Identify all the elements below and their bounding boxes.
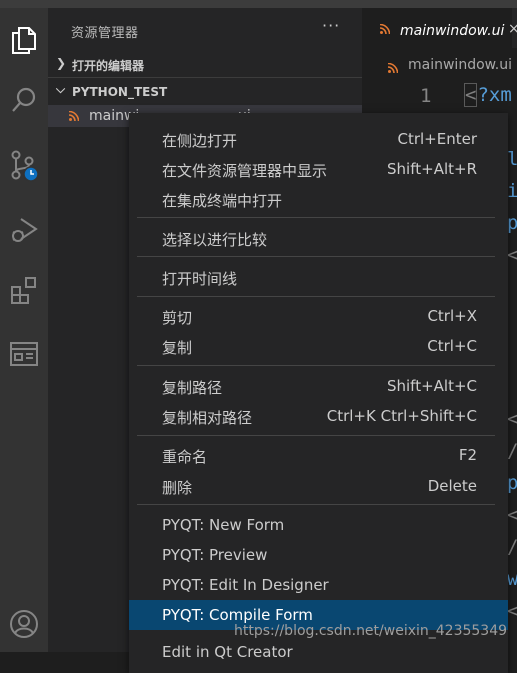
- code-fragment: i: [507, 180, 517, 202]
- menu-item-shortcut: Shift+Alt+C: [386, 377, 477, 395]
- menu-item-rename[interactable]: 重命名 F2: [129, 440, 508, 470]
- tab-mainwindow[interactable]: mainwindow.ui: [362, 8, 512, 48]
- menu-item-open-timeline[interactable]: 打开时间线: [129, 262, 508, 292]
- source-control-icon[interactable]: [4, 146, 44, 186]
- menu-item-label: PYQT: Preview: [162, 546, 268, 564]
- menu-item-copy[interactable]: 复制 Ctrl+C: [129, 331, 508, 361]
- menu-item-label: 剪切: [162, 309, 193, 327]
- code-fragment: <: [507, 408, 517, 430]
- menu-item-shortcut: Shift+Alt+R: [387, 160, 477, 178]
- menu-item-pyqt-preview[interactable]: PYQT: Preview: [129, 540, 508, 570]
- close-icon[interactable]: ×: [508, 21, 517, 37]
- menu-item-label: PYQT: New Form: [162, 516, 285, 534]
- workspace-label: PYTHON_TEST: [72, 85, 168, 99]
- menu-separator: [137, 435, 495, 436]
- menu-item-label: 在文件资源管理器中显示: [162, 162, 328, 180]
- menu-separator: [137, 296, 495, 297]
- menu-item-label: 删除: [162, 479, 193, 497]
- menu-item-label: PYQT: Compile Form: [162, 606, 313, 624]
- menu-item-shortcut: F2: [458, 446, 477, 464]
- rss-file-icon: [69, 111, 79, 121]
- run-debug-icon[interactable]: [4, 210, 44, 250]
- menu-item-label: 复制: [162, 339, 193, 357]
- explorer-icon[interactable]: [4, 20, 44, 60]
- tab-bar: mainwindow.ui ×: [362, 8, 517, 48]
- menu-item-copy-path[interactable]: 复制路径 Shift+Alt+C: [129, 371, 508, 401]
- code-token-bracket: <: [464, 83, 478, 107]
- search-icon[interactable]: [4, 80, 44, 120]
- menu-item-label: 复制相对路径: [162, 409, 253, 427]
- menu-item-label: 复制路径: [162, 379, 223, 397]
- menu-separator: [137, 217, 495, 218]
- menu-separator: [137, 365, 495, 366]
- code-fragment: l: [507, 148, 517, 170]
- open-editors-label: 打开的编辑器: [72, 59, 145, 73]
- account-icon[interactable]: [4, 604, 44, 644]
- menu-item-shortcut: Ctrl+C: [427, 337, 477, 355]
- extensions-icon[interactable]: [4, 270, 44, 310]
- menu-item-delete[interactable]: 删除 Delete: [129, 471, 508, 501]
- menu-item-label: PYQT: Edit In Designer: [162, 576, 329, 594]
- workspace-section[interactable]: ⌵ PYTHON_TEST: [48, 81, 362, 103]
- breadcrumb-file: mainwindow.ui: [408, 57, 513, 73]
- menu-item-label: 在侧边打开: [162, 132, 238, 150]
- code-fragment: /: [507, 536, 517, 558]
- code-fragment: <: [507, 600, 517, 622]
- menu-item-shortcut: Delete: [427, 477, 477, 495]
- menu-item-shortcut: Ctrl+Enter: [397, 130, 477, 148]
- menu-item-label: 打开时间线: [162, 270, 238, 288]
- tab-label: mainwindow.ui: [400, 23, 505, 39]
- context-menu: 在侧边打开 Ctrl+Enter 在文件资源管理器中显示 Shift+Alt+R 在…: [129, 113, 508, 673]
- menu-item-pyqt-edit-in-designer[interactable]: PYQT: Edit In Designer: [129, 570, 508, 600]
- title-bar-strip: [0, 0, 517, 8]
- menu-item-label: 选择以进行比较: [162, 231, 268, 249]
- watermark: https://blog.csdn.net/weixin_42355349: [234, 623, 508, 639]
- chevron-right-icon: ❯: [56, 56, 67, 70]
- more-actions-button[interactable]: ···: [322, 16, 340, 35]
- chevron-down-icon: ⌵: [56, 82, 66, 96]
- menu-item-open-to-side[interactable]: 在侧边打开 Ctrl+Enter: [129, 124, 508, 154]
- code-fragment: w: [507, 568, 517, 590]
- code-token-decl: ?xm: [477, 84, 512, 106]
- menu-item-reveal-in-explorer[interactable]: 在文件资源管理器中显示 Shift+Alt+R: [129, 154, 508, 184]
- menu-item-edit-in-qt-creator[interactable]: Edit in Qt Creator: [129, 637, 508, 667]
- activity-bar: [0, 8, 48, 652]
- code-fragment: p: [507, 472, 517, 494]
- menu-item-label: 在集成终端中打开: [162, 192, 283, 210]
- rss-file-icon: [380, 24, 390, 34]
- code-line[interactable]: <?xm: [464, 83, 512, 107]
- menu-item-select-for-compare[interactable]: 选择以进行比较: [129, 223, 508, 253]
- menu-item-pyqt-new-form[interactable]: PYQT: New Form: [129, 510, 508, 540]
- code-fragment: /: [507, 440, 517, 462]
- browser-preview-icon[interactable]: [4, 334, 44, 374]
- open-editors-section[interactable]: ❯ 打开的编辑器: [48, 53, 362, 75]
- rss-file-icon: [388, 63, 398, 73]
- sidebar-title: 资源管理器: [71, 26, 139, 41]
- section-divider: [48, 77, 362, 78]
- line-number: 1: [420, 85, 432, 107]
- menu-item-label: Edit in Qt Creator: [162, 643, 293, 661]
- code-fragment: <: [507, 244, 517, 266]
- code-fragment: <: [507, 504, 517, 526]
- code-fragment: p: [507, 212, 517, 234]
- menu-item-shortcut: Ctrl+X: [427, 307, 477, 325]
- menu-item-open-in-terminal[interactable]: 在集成终端中打开: [129, 184, 508, 214]
- menu-separator: [137, 256, 495, 257]
- menu-item-cut[interactable]: 剪切 Ctrl+X: [129, 301, 508, 331]
- menu-separator: [137, 504, 495, 505]
- menu-item-copy-relative-path[interactable]: 复制相对路径 Ctrl+K Ctrl+Shift+C: [129, 401, 508, 431]
- menu-item-label: 重命名: [162, 448, 208, 466]
- menu-item-shortcut: Ctrl+K Ctrl+Shift+C: [326, 407, 477, 425]
